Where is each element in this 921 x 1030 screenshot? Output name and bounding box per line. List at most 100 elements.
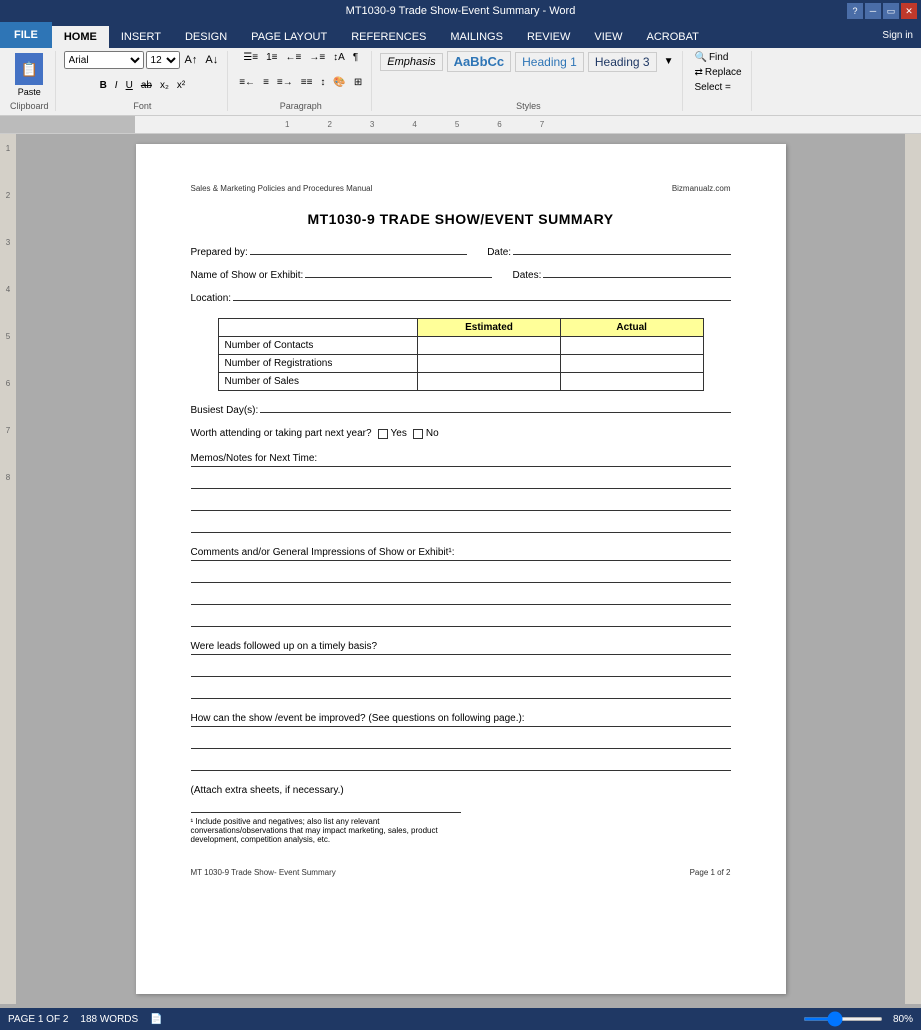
underline-button[interactable]: U [123, 79, 136, 92]
memos-line-1[interactable] [191, 466, 731, 467]
prepared-by-row: Prepared by: Date: [191, 247, 731, 258]
word-count: 188 WORDS [80, 1014, 138, 1025]
tab-review[interactable]: REVIEW [515, 26, 582, 48]
replace-icon: ⇄ [694, 67, 702, 78]
table-cell-sales-actual[interactable] [560, 373, 703, 391]
tab-insert[interactable]: INSERT [109, 26, 173, 48]
restore-button[interactable]: ▭ [883, 3, 899, 19]
subscript-button[interactable]: x₂ [157, 79, 172, 92]
borders-button[interactable]: ⊞ [351, 76, 365, 89]
location-line[interactable] [233, 300, 730, 301]
document-view-icon: 📄 [150, 1014, 162, 1025]
minimize-button[interactable]: ─ [865, 3, 881, 19]
footnote-text: ¹ Include positive and negatives; also l… [191, 817, 461, 844]
table-cell-contacts-label: Number of Contacts [218, 337, 418, 355]
prepared-by-line[interactable] [250, 254, 467, 255]
zoom-slider[interactable] [803, 1017, 883, 1021]
replace-button[interactable]: ⇄ Replace [691, 66, 744, 79]
improve-line-3[interactable] [191, 753, 731, 771]
align-left-button[interactable]: ≡← [236, 76, 258, 89]
date-line[interactable] [513, 254, 730, 255]
table-cell-sales-estimated[interactable] [418, 373, 561, 391]
memos-label: Memos/Notes for Next Time: [191, 453, 318, 464]
style-heading3[interactable]: Heading 3 [588, 52, 657, 72]
tab-mailings[interactable]: MAILINGS [438, 26, 515, 48]
comments-line-4[interactable] [191, 609, 731, 627]
shrink-font-button[interactable]: A↓ [202, 53, 221, 67]
close-button[interactable]: ✕ [901, 3, 917, 19]
indent-increase-button[interactable]: →≡ [306, 51, 328, 64]
style-emphasis[interactable]: Emphasis [380, 53, 442, 71]
sort-button[interactable]: ↕A [330, 51, 348, 64]
tab-view[interactable]: VIEW [582, 26, 634, 48]
table-cell-contacts-estimated[interactable] [418, 337, 561, 355]
grow-font-button[interactable]: A↑ [182, 53, 201, 67]
superscript-button[interactable]: x² [174, 79, 188, 92]
no-checkbox[interactable] [413, 429, 423, 439]
justify-button[interactable]: ≡≡ [298, 76, 316, 89]
tab-references[interactable]: REFERENCES [339, 26, 438, 48]
tab-page-layout[interactable]: PAGE LAYOUT [239, 26, 339, 48]
bullets-button[interactable]: ☰≡ [240, 51, 261, 64]
busiest-days-line[interactable] [260, 412, 730, 413]
font-size-select[interactable]: 12 [146, 51, 180, 69]
dates-label: Dates: [512, 270, 541, 281]
paste-button[interactable]: 📋 Paste [11, 51, 47, 99]
table-cell-registrations-label: Number of Registrations [218, 355, 418, 373]
styles-more-button[interactable]: ▼ [661, 55, 677, 68]
align-center-button[interactable]: ≡ [260, 76, 272, 89]
show-name-line[interactable] [305, 277, 492, 278]
shading-button[interactable]: 🎨 [330, 76, 348, 89]
paragraph-group: ☰≡ 1≡ ←≡ →≡ ↕A ¶ ≡← ≡ ≡→ ≡≡ ↕ 🎨 ⊞ Paragr… [230, 51, 372, 111]
leads-line-1[interactable] [191, 654, 731, 655]
align-right-button[interactable]: ≡→ [274, 76, 296, 89]
bold-button[interactable]: B [97, 79, 110, 92]
document-area[interactable]: Sales & Marketing Policies and Procedure… [16, 134, 905, 1004]
help-button[interactable]: ? [847, 3, 863, 19]
indent-decrease-button[interactable]: ←≡ [282, 51, 304, 64]
find-button[interactable]: 🔍 Find [691, 51, 744, 64]
numbering-button[interactable]: 1≡ [263, 51, 280, 64]
sign-in-label[interactable]: Sign in [874, 28, 921, 43]
worth-attending-row: Worth attending or taking part next year… [191, 428, 731, 439]
line-spacing-button[interactable]: ↕ [317, 76, 328, 89]
memos-line-4[interactable] [191, 515, 731, 533]
style-heading1[interactable]: AaBbCc [447, 51, 512, 72]
yes-checkbox-item[interactable]: Yes [378, 428, 407, 439]
comments-line-3[interactable] [191, 587, 731, 605]
comments-line-2[interactable] [191, 565, 731, 583]
memos-line-2[interactable] [191, 471, 731, 489]
font-name-select[interactable]: Arial [64, 51, 144, 69]
prepared-by-label: Prepared by: [191, 247, 248, 258]
tab-design[interactable]: DESIGN [173, 26, 239, 48]
tab-home[interactable]: HOME [52, 26, 109, 48]
tab-file[interactable]: FILE [0, 22, 52, 48]
tab-acrobat[interactable]: ACROBAT [634, 26, 710, 48]
show-hide-button[interactable]: ¶ [350, 51, 361, 64]
italic-button[interactable]: I [112, 79, 121, 92]
leads-line-2[interactable] [191, 659, 731, 677]
clipboard-group: 📋 Paste Clipboard [4, 51, 56, 111]
page-header: Sales & Marketing Policies and Procedure… [191, 184, 731, 193]
no-checkbox-item[interactable]: No [413, 428, 439, 439]
attach-note: (Attach extra sheets, if necessary.) [191, 785, 731, 796]
memos-line-3[interactable] [191, 493, 731, 511]
dates-line[interactable] [543, 277, 730, 278]
right-scrollbar[interactable] [905, 134, 921, 1004]
page-footer: MT 1030-9 Trade Show- Event Summary Page… [191, 864, 731, 877]
yes-checkbox[interactable] [378, 429, 388, 439]
improve-lines [191, 731, 731, 771]
busiest-days-row: Busiest Day(s): [191, 405, 731, 416]
improve-line-2[interactable] [191, 731, 731, 749]
select-button[interactable]: Select = [691, 81, 744, 94]
table-cell-registrations-actual[interactable] [560, 355, 703, 373]
page-indicator: PAGE 1 OF 2 [8, 1014, 68, 1025]
improve-line-1[interactable] [191, 726, 731, 727]
comments-line-1[interactable] [191, 560, 731, 561]
leads-line-3[interactable] [191, 681, 731, 699]
table-cell-sales-label: Number of Sales [218, 373, 418, 391]
table-cell-registrations-estimated[interactable] [418, 355, 561, 373]
table-cell-contacts-actual[interactable] [560, 337, 703, 355]
style-heading2[interactable]: Heading 1 [515, 52, 584, 72]
strikethrough-button[interactable]: ab [138, 79, 155, 92]
